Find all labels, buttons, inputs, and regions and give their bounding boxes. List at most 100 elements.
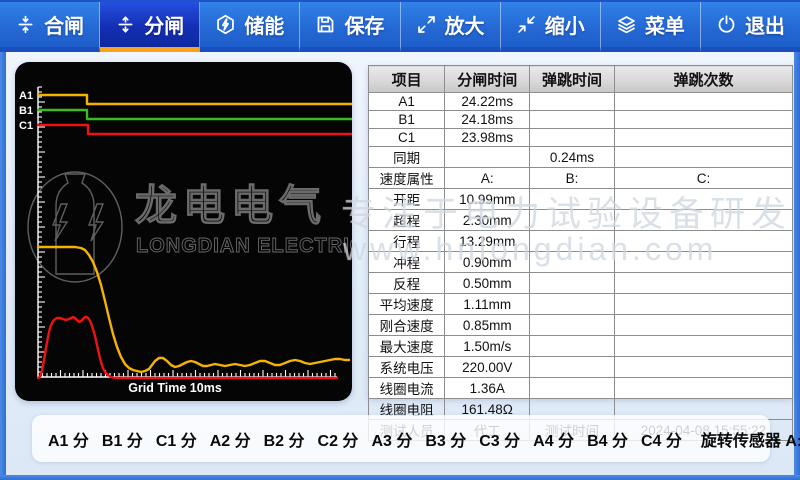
table-cell: 0.90mm bbox=[445, 252, 530, 273]
table-cell bbox=[614, 189, 792, 210]
tab-open-switch[interactable]: 分闸 bbox=[100, 2, 200, 52]
energy-storage-icon bbox=[215, 14, 236, 35]
table-cell: A: bbox=[445, 168, 530, 189]
table-cell: 0.24ms bbox=[530, 147, 615, 168]
table-cell: 10.99mm bbox=[445, 189, 530, 210]
table-cell: 反程 bbox=[369, 273, 445, 294]
table-cell: B1 bbox=[369, 111, 445, 129]
status-item: B2 分 bbox=[264, 427, 305, 451]
rotary-sensor-readout: 旋转传感器 A:188.4 bbox=[701, 427, 800, 451]
table-cell: 系统电压 bbox=[369, 357, 445, 378]
menu-icon bbox=[616, 14, 637, 35]
table-cell bbox=[530, 189, 615, 210]
table-header-row: 项目 分闸时间 弹跳时间 弹跳次数 bbox=[369, 66, 793, 93]
tab-zoom-out[interactable]: 缩小 bbox=[501, 2, 601, 52]
zoom-out-icon bbox=[516, 14, 537, 35]
table-cell bbox=[614, 111, 792, 129]
table-cell: 0.85mm bbox=[445, 315, 530, 336]
table-cell: A1 bbox=[369, 93, 445, 111]
status-item: C2 分 bbox=[318, 427, 359, 451]
status-item: B1 分 bbox=[102, 427, 143, 451]
table-cell: 开距 bbox=[369, 189, 445, 210]
table-cell: 1.36A bbox=[445, 378, 530, 399]
trace-B1 bbox=[38, 110, 352, 119]
tab-exit[interactable]: 退出 bbox=[701, 2, 800, 52]
tab-label: 菜单 bbox=[645, 10, 685, 39]
status-item: A2 分 bbox=[210, 427, 251, 451]
table-cell bbox=[614, 231, 792, 252]
table-row: 同期 0.24ms bbox=[369, 147, 793, 168]
trace-label-C1: C1 bbox=[19, 120, 33, 132]
logo-en-text: LONGDIAN ELECTRIC bbox=[136, 235, 352, 257]
table-cell: 最大速度 bbox=[369, 336, 445, 357]
results-table: 项目 分闸时间 弹跳时间 弹跳次数 A124.22msB124.18msC123… bbox=[368, 65, 793, 441]
table-cell bbox=[530, 111, 615, 129]
table-cell bbox=[614, 273, 792, 294]
trace-label-B1: B1 bbox=[19, 105, 33, 117]
tab-close-switch[interactable]: 合闸 bbox=[0, 2, 100, 52]
status-item: B3 分 bbox=[425, 427, 466, 451]
tab-label: 分闸 bbox=[144, 10, 184, 39]
table-cell: 同期 bbox=[369, 147, 445, 168]
trace-label-A1: A1 bbox=[19, 90, 33, 102]
tab-energy-storage[interactable]: 储能 bbox=[200, 2, 300, 52]
trace-C1 bbox=[38, 125, 352, 134]
table-cell: 24.22ms bbox=[445, 93, 530, 111]
close-switch-icon bbox=[15, 14, 36, 35]
table-cell bbox=[530, 252, 615, 273]
tab-label: 储能 bbox=[244, 10, 284, 39]
table-row: 冲程0.90mm bbox=[369, 252, 793, 273]
table-cell: 速度属性 bbox=[369, 168, 445, 189]
col-header-open-time: 分闸时间 bbox=[445, 66, 530, 93]
table-cell bbox=[614, 357, 792, 378]
status-item: B4 分 bbox=[587, 427, 628, 451]
tab-zoom-in[interactable]: 放大 bbox=[401, 2, 501, 52]
table-cell bbox=[530, 93, 615, 111]
trace-travel bbox=[38, 247, 349, 372]
table-cell: C1 bbox=[369, 129, 445, 147]
table-cell: B: bbox=[530, 168, 615, 189]
table-cell: 24.18ms bbox=[445, 111, 530, 129]
logo-watermark: 龙电电气 LONGDIAN ELECTRIC bbox=[28, 172, 352, 282]
table-row: C123.98ms bbox=[369, 129, 793, 147]
table-cell bbox=[614, 315, 792, 336]
table-cell bbox=[614, 129, 792, 147]
status-item: A1 分 bbox=[48, 427, 89, 451]
table-cell bbox=[530, 294, 615, 315]
status-item: C4 分 bbox=[641, 427, 682, 451]
table-row: 刚合速度0.85mm bbox=[369, 315, 793, 336]
table-cell bbox=[530, 273, 615, 294]
table-cell: 220.00V bbox=[445, 357, 530, 378]
results-table-body: A124.22msB124.18msC123.98ms同期0.24ms速度属性A… bbox=[369, 93, 793, 441]
col-header-item: 项目 bbox=[369, 66, 445, 93]
table-cell: 行程 bbox=[369, 231, 445, 252]
table-cell: 冲程 bbox=[369, 252, 445, 273]
table-row: B124.18ms bbox=[369, 111, 793, 129]
oscillogram-chart: 龙电电气 LONGDIAN ELECTRIC A1 B1 C1 Grid Time 10m… bbox=[15, 62, 352, 401]
tab-label: 放大 bbox=[445, 10, 485, 39]
table-cell bbox=[614, 93, 792, 111]
tab-label: 退出 bbox=[745, 10, 785, 39]
status-item: C3 分 bbox=[479, 427, 520, 451]
table-cell bbox=[530, 357, 615, 378]
table-cell: 刚合速度 bbox=[369, 315, 445, 336]
table-row: A124.22ms bbox=[369, 93, 793, 111]
table-row: 开距10.99mm bbox=[369, 189, 793, 210]
grid-time-label: Grid Time 10ms bbox=[128, 381, 222, 395]
tab-label: 保存 bbox=[344, 10, 384, 39]
table-row: 超程2.30mm bbox=[369, 210, 793, 231]
table-cell bbox=[614, 294, 792, 315]
table-cell bbox=[530, 210, 615, 231]
oscillogram-panel[interactable]: 龙电电气 LONGDIAN ELECTRIC A1 B1 C1 Grid Time 10m… bbox=[15, 62, 352, 401]
table-cell: 23.98ms bbox=[445, 129, 530, 147]
table-cell: C: bbox=[614, 168, 792, 189]
table-cell: 13.29mm bbox=[445, 231, 530, 252]
table-row: 反程0.50mm bbox=[369, 273, 793, 294]
open-switch-icon bbox=[115, 14, 136, 35]
tab-menu[interactable]: 菜单 bbox=[601, 2, 701, 52]
col-header-bounce-count: 弹跳次数 bbox=[614, 66, 792, 93]
logo-cn-text: 龙电电气 bbox=[135, 182, 327, 229]
tab-save[interactable]: 保存 bbox=[300, 2, 400, 52]
tab-label: 合闸 bbox=[44, 10, 84, 39]
trace-coil-current bbox=[38, 317, 337, 378]
